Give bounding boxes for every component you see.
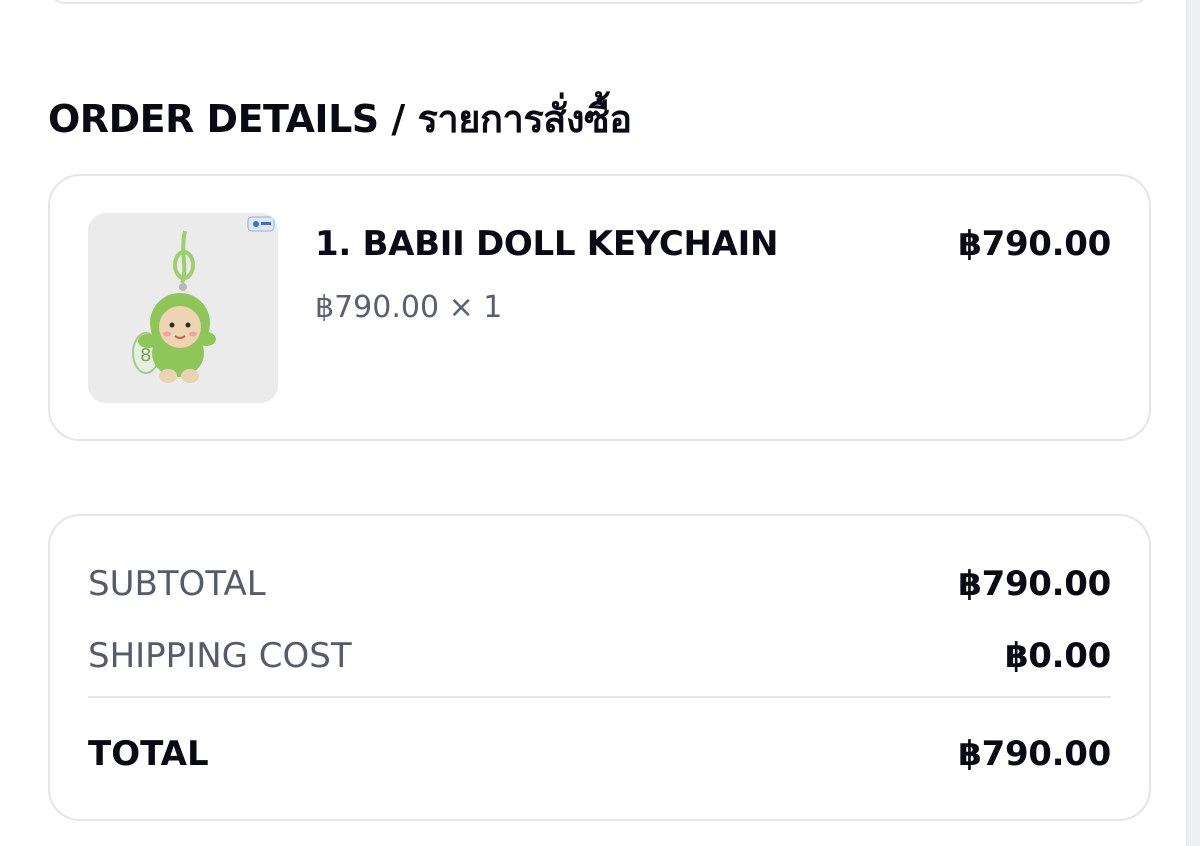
shipping-cost-label: SHIPPING COST bbox=[88, 636, 352, 676]
doll-keychain-icon: 8 bbox=[88, 213, 278, 403]
total-value: ฿790.00 bbox=[958, 734, 1111, 774]
shipping-cost-value: ฿0.00 bbox=[1004, 636, 1111, 676]
subtotal-label: SUBTOTAL bbox=[88, 564, 266, 604]
item-name: 1. BABII DOLL KEYCHAIN bbox=[315, 224, 779, 264]
subtotal-value: ฿790.00 bbox=[958, 564, 1111, 604]
item-price: ฿790.00 bbox=[958, 224, 1111, 264]
svg-text:8: 8 bbox=[140, 345, 151, 366]
order-item-card: 8 1. BABII DOLL KEYCHAIN ฿790.00 × 1 ฿79… bbox=[48, 174, 1151, 441]
order-summary-card: SUBTOTAL ฿790.00 SHIPPING COST ฿0.00 TOT… bbox=[48, 514, 1151, 821]
summary-divider bbox=[88, 696, 1111, 698]
total-label: TOTAL bbox=[88, 734, 209, 774]
product-image[interactable]: 8 bbox=[88, 213, 278, 403]
previous-card-edge bbox=[48, 0, 1150, 4]
item-unit-price-quantity: ฿790.00 × 1 bbox=[315, 290, 503, 325]
scrollbar-track[interactable] bbox=[1186, 0, 1200, 846]
order-details-title: ORDER DETAILS / รายการสั่งซื้อ bbox=[48, 97, 632, 141]
